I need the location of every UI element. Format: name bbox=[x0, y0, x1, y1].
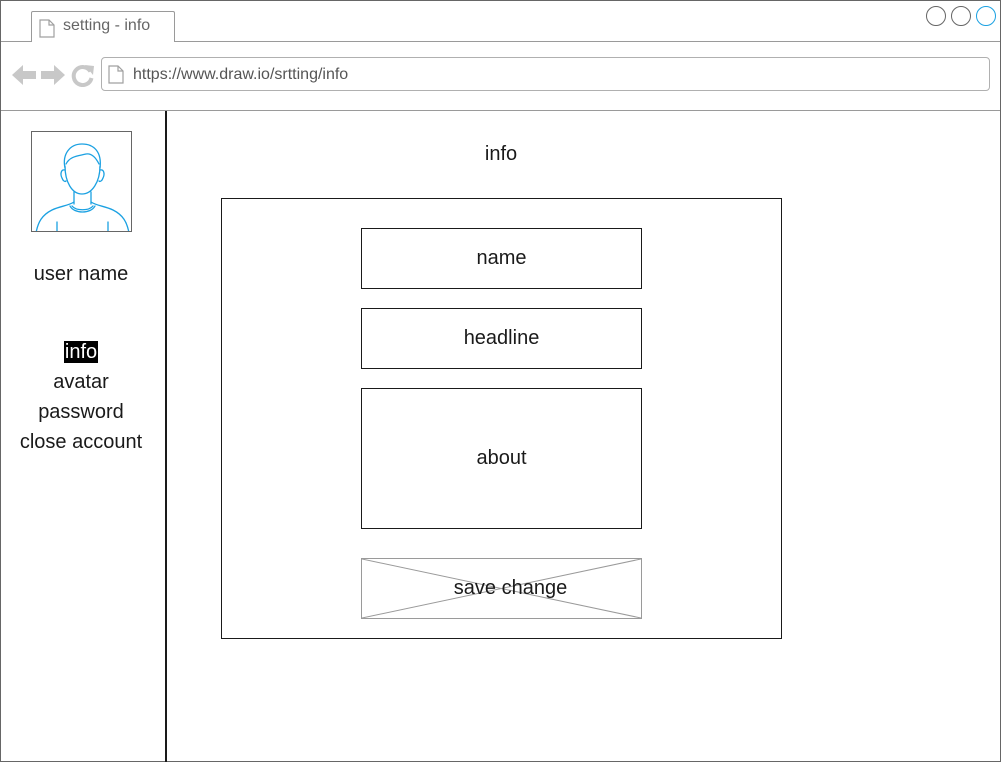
navigation-bar: https://www.draw.io/srtting/info bbox=[1, 42, 1000, 110]
save-change-button[interactable]: save change bbox=[361, 558, 642, 619]
name-field-label: name bbox=[476, 247, 527, 269]
menu-item-label: avatar bbox=[53, 371, 109, 393]
window-control-button-1[interactable] bbox=[926, 6, 946, 26]
browser-tab[interactable]: setting - info bbox=[31, 11, 175, 41]
reload-icon[interactable] bbox=[71, 63, 95, 87]
tab-strip: setting - info bbox=[1, 1, 1000, 41]
window-control-button-2[interactable] bbox=[951, 6, 971, 26]
browser-window: setting - info https://www.draw.io/srtti… bbox=[0, 0, 1001, 762]
settings-menu: info avatar password close account bbox=[1, 337, 161, 457]
menu-item-avatar[interactable]: avatar bbox=[1, 367, 161, 397]
address-bar[interactable]: https://www.draw.io/srtting/info bbox=[101, 57, 990, 91]
save-change-label: save change bbox=[453, 577, 568, 599]
navbar-divider bbox=[1, 110, 1000, 111]
user-name: user name bbox=[33, 263, 129, 285]
window-control-button-3[interactable] bbox=[976, 6, 996, 26]
user-avatar-icon bbox=[35, 143, 130, 231]
menu-item-info[interactable]: info bbox=[1, 337, 161, 367]
page-title: info bbox=[484, 143, 518, 165]
menu-item-close-account[interactable]: close account bbox=[1, 427, 161, 457]
about-field-label: about bbox=[476, 447, 527, 469]
headline-field-label: headline bbox=[463, 327, 540, 349]
address-url: https://www.draw.io/srtting/info bbox=[133, 66, 349, 83]
document-icon bbox=[108, 65, 124, 84]
user-avatar[interactable] bbox=[31, 131, 132, 232]
headline-field[interactable]: headline bbox=[361, 308, 642, 369]
about-field[interactable]: about bbox=[361, 388, 642, 529]
forward-arrow-icon[interactable] bbox=[40, 63, 66, 87]
tab-title: setting - info bbox=[63, 17, 151, 34]
menu-item-password[interactable]: password bbox=[1, 397, 161, 427]
menu-item-label: password bbox=[38, 401, 124, 423]
sidebar-divider bbox=[165, 111, 167, 762]
menu-item-label: close account bbox=[19, 431, 143, 453]
menu-item-label: info bbox=[63, 341, 99, 363]
name-field[interactable]: name bbox=[361, 228, 642, 289]
back-arrow-icon[interactable] bbox=[11, 63, 37, 87]
document-icon bbox=[39, 19, 55, 38]
